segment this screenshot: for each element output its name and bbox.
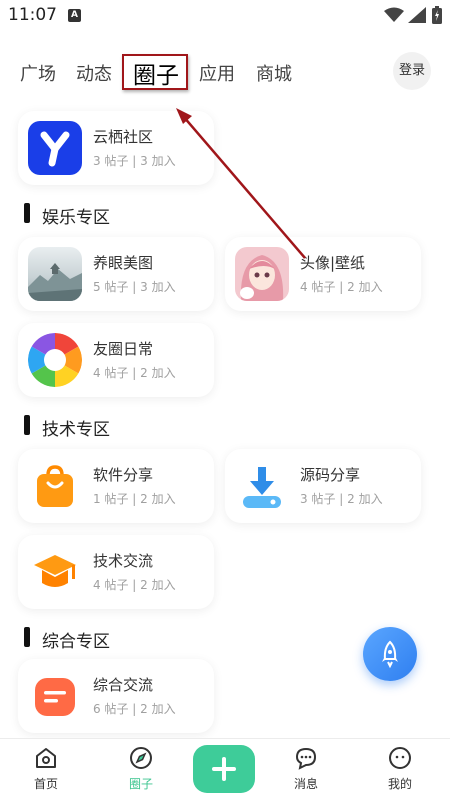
circle-name: 技术交流 — [93, 552, 154, 570]
plus-icon — [212, 757, 236, 781]
circle-card-general-talk[interactable]: 综合交流 6 帖子 | 2 加入 — [18, 659, 214, 733]
nav-label: 消息 — [293, 777, 318, 791]
tab-mall[interactable]: 商城 — [256, 60, 292, 86]
circle-meta: 4 帖子 | 2 加入 — [300, 280, 383, 294]
anime-girl-avatar-icon — [235, 247, 289, 301]
home-icon — [36, 748, 56, 768]
circle-name: 源码分享 — [300, 466, 361, 484]
circle-meta: 3 帖子 | 2 加入 — [300, 492, 383, 506]
tab-apps[interactable]: 应用 — [199, 60, 235, 86]
profile-icon — [389, 747, 411, 769]
circle-meta: 4 帖子 | 2 加入 — [93, 366, 176, 380]
nav-circles[interactable]: 圈子 — [111, 745, 171, 792]
tab-plaza[interactable]: 广场 — [20, 60, 56, 86]
notification-icon: A — [68, 9, 81, 22]
login-button[interactable]: 登录 — [393, 52, 431, 90]
shopping-bag-icon — [28, 459, 82, 513]
circle-meta: 1 帖子 | 2 加入 — [93, 492, 176, 506]
download-icon — [235, 459, 289, 513]
status-time: 11:07 — [8, 5, 57, 25]
tab-dynamics[interactable]: 动态 — [76, 60, 112, 86]
circle-card-avatar-wallpaper[interactable]: 头像|壁纸 4 帖子 | 2 加入 — [225, 237, 421, 311]
circle-name: 云栖社区 — [93, 128, 154, 146]
circle-card-software-share[interactable]: 软件分享 1 帖子 | 2 加入 — [18, 449, 214, 523]
circle-meta: 4 帖子 | 2 加入 — [93, 578, 176, 592]
circle-meta: 3 帖子 | 3 加入 — [93, 154, 176, 168]
circle-card-yunqi[interactable]: 云栖社区 3 帖子 | 3 加入 — [18, 111, 214, 185]
annotation-highlight-box — [122, 54, 188, 90]
nav-label: 圈子 — [128, 777, 153, 791]
circle-name: 综合交流 — [93, 676, 154, 694]
yunqi-logo-icon — [28, 121, 82, 175]
nav-label: 我的 — [387, 777, 412, 791]
wifi-icon — [384, 7, 404, 22]
section-title-entertainment: 娱乐专区 — [42, 208, 110, 228]
circle-meta: 6 帖子 | 2 加入 — [93, 702, 176, 716]
battery-icon — [432, 6, 442, 24]
rocket-fab-button[interactable] — [363, 627, 417, 681]
circle-card-friends-daily[interactable]: 友圈日常 4 帖子 | 2 加入 — [18, 323, 214, 397]
graduation-cap-icon — [28, 545, 82, 599]
section-title-tech: 技术专区 — [42, 420, 110, 440]
signal-icon — [408, 7, 426, 23]
compass-icon — [130, 747, 152, 769]
landscape-painting-icon — [28, 247, 82, 301]
circle-card-tech-talk[interactable]: 技术交流 4 帖子 | 2 加入 — [18, 535, 214, 609]
circle-name: 友圈日常 — [93, 340, 154, 358]
circle-card-source-share[interactable]: 源码分享 3 帖子 | 2 加入 — [225, 449, 421, 523]
circle-name: 软件分享 — [93, 466, 154, 484]
message-box-icon — [28, 669, 82, 723]
nav-profile[interactable]: 我的 — [370, 745, 430, 792]
add-post-button[interactable] — [193, 745, 255, 793]
circle-meta: 5 帖子 | 3 加入 — [93, 280, 176, 294]
circle-name: 头像|壁纸 — [300, 254, 366, 272]
section-title-general: 综合专区 — [42, 632, 110, 652]
circle-card-pretty-pics[interactable]: 养眼美图 5 帖子 | 3 加入 — [18, 237, 214, 311]
nav-label: 首页 — [33, 777, 58, 791]
circle-name: 养眼美图 — [93, 254, 154, 272]
chat-icon — [295, 747, 317, 770]
status-bar: 11:07 A — [0, 0, 450, 32]
rocket-icon — [382, 640, 398, 669]
aperture-icon — [28, 333, 82, 387]
nav-home[interactable]: 首页 — [16, 745, 76, 792]
nav-messages[interactable]: 消息 — [276, 745, 336, 792]
